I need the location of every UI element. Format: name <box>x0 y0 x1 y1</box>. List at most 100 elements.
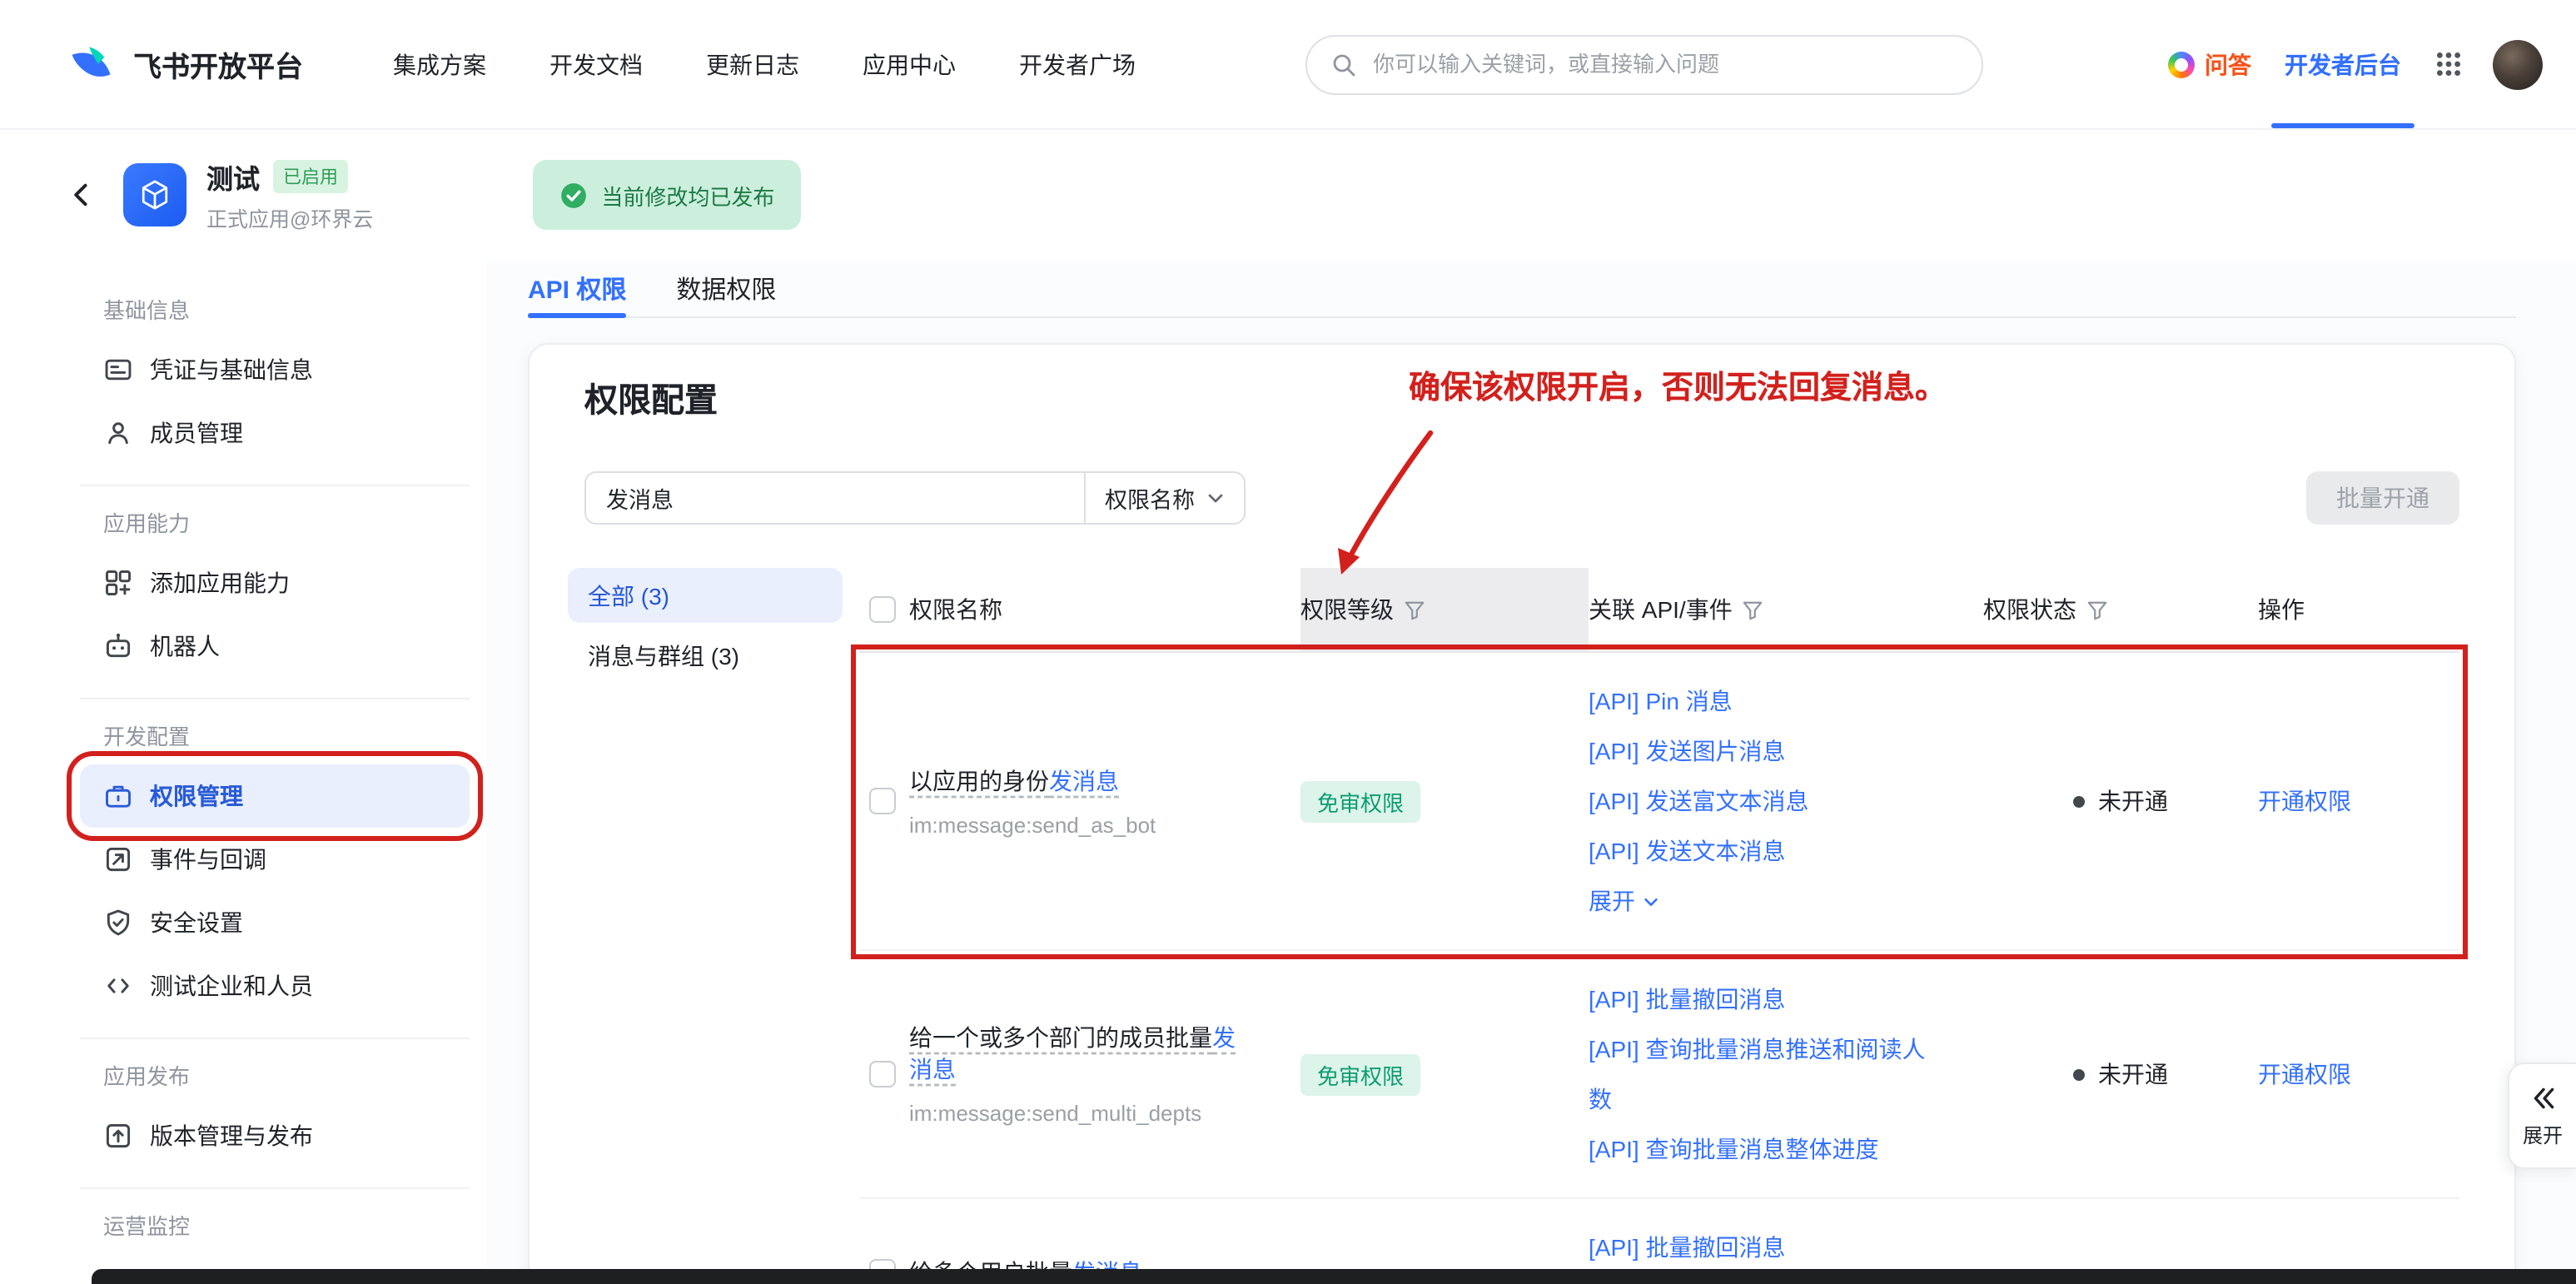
tab-api-permissions[interactable]: API 权限 <box>528 260 626 316</box>
filter-icon[interactable] <box>2086 599 2108 620</box>
related-api-cell: [API] Pin 消息 [API] 发送图片消息 [API] 发送富文本消息 … <box>1589 676 1983 926</box>
sidebar-section-basic: 基础信息 <box>103 293 446 325</box>
code-brackets-icon <box>103 971 133 1001</box>
category-message-group[interactable]: 消息与群组 (3) <box>568 628 843 683</box>
sidebar-divider <box>80 1038 470 1039</box>
qa-link[interactable]: 问答 <box>2168 47 2251 81</box>
nav-link-docs[interactable]: 开发文档 <box>550 47 643 81</box>
app-header: 测试 已启用 正式应用@环界云 当前修改均已发布 <box>0 130 2576 260</box>
permission-status-cell: 未开通 <box>1983 974 2258 1174</box>
sidebar-section-capabilities: 应用能力 <box>103 506 446 538</box>
annotation-text: 确保该权限开启，否则无法回复消息。 <box>1409 363 1947 408</box>
feishu-logo-icon <box>67 39 117 89</box>
sidebar-item-label: 测试企业和人员 <box>150 969 313 1003</box>
sidebar-item-label: 成员管理 <box>150 416 243 450</box>
status-text: 未开通 <box>2098 784 2168 818</box>
filter-select-label: 权限名称 <box>1105 481 1195 515</box>
select-all-checkbox[interactable] <box>869 596 896 623</box>
nav-links: 集成方案 开发文档 更新日志 应用中心 开发者广场 <box>393 47 1136 81</box>
header-checkbox-cell <box>859 568 909 651</box>
sidebar-item-events[interactable]: 事件与回调 <box>80 828 470 891</box>
grant-permission-link[interactable]: 开通权限 <box>2258 784 2459 818</box>
header-permission-name: 权限名称 <box>909 568 1300 651</box>
api-link[interactable]: [API] 发送富文本消息 <box>1589 776 1983 826</box>
navbar-right: 问答 开发者后台 <box>2168 0 2543 128</box>
apps-grid-icon[interactable] <box>2434 50 2463 78</box>
sidebar-item-members[interactable]: 成员管理 <box>80 401 470 465</box>
add-capability-icon <box>103 568 133 598</box>
expand-panel-label: 展开 <box>2523 1120 2563 1148</box>
release-icon <box>103 1121 133 1151</box>
permission-config-card: 权限配置 确保该权限开启，否则无法回复消息。 权限名称 <box>528 343 2516 1284</box>
tab-data-permissions[interactable]: 数据权限 <box>676 260 776 316</box>
double-chevron-left-icon <box>2529 1083 2557 1112</box>
members-icon <box>103 418 133 448</box>
global-search-box[interactable] <box>1305 34 1982 94</box>
chevron-left-icon <box>67 180 97 210</box>
permission-code: im:message:send_as_bot <box>909 812 1267 837</box>
permission-level-cell: 免审权限 <box>1300 974 1589 1174</box>
permission-status-cell: 未开通 <box>1983 676 2258 926</box>
sidebar-item-version-release[interactable]: 版本管理与发布 <box>80 1104 470 1167</box>
grant-permission-link[interactable]: 开通权限 <box>2258 1058 2459 1091</box>
credential-icon <box>103 355 133 385</box>
nav-link-changelog[interactable]: 更新日志 <box>706 47 799 81</box>
api-link[interactable]: [API] 发送文本消息 <box>1589 826 1983 876</box>
cube-icon <box>137 177 173 213</box>
user-avatar[interactable] <box>2493 39 2543 89</box>
api-link[interactable]: [API] 查询批量消息整体进度 <box>1589 1124 1983 1174</box>
api-link[interactable]: [API] 发送图片消息 <box>1589 726 1983 776</box>
filter-icon[interactable] <box>1404 599 1425 620</box>
nav-link-integration[interactable]: 集成方案 <box>393 47 486 81</box>
sidebar-item-label: 安全设置 <box>150 906 243 939</box>
api-link[interactable]: [API] 批量撤回消息 <box>1589 974 1983 1024</box>
permission-tabs: API 权限 数据权限 <box>528 260 2516 318</box>
console-link[interactable]: 开发者后台 <box>2281 0 2404 128</box>
filter-select[interactable]: 权限名称 <box>1084 471 1246 525</box>
sidebar-item-credentials[interactable]: 凭证与基础信息 <box>80 338 470 401</box>
level-badge: 免审权限 <box>1300 780 1420 822</box>
sidebar-item-permissions[interactable]: 权限管理 <box>80 764 470 828</box>
global-search-input[interactable] <box>1370 50 1957 78</box>
category-all[interactable]: 全部 (3) <box>568 568 843 623</box>
top-navbar: 飞书开放平台 集成方案 开发文档 更新日志 应用中心 开发者广场 问答 开发者后… <box>0 0 2576 130</box>
category-list: 全部 (3) 消息与群组 (3) <box>568 568 843 1284</box>
sidebar-item-security[interactable]: 安全设置 <box>80 891 470 954</box>
header-permission-status: 权限状态 <box>1983 568 2258 651</box>
permission-body: 全部 (3) 消息与群组 (3) 权限名称 权限等级 <box>568 568 2459 1284</box>
back-button[interactable] <box>67 180 97 210</box>
permission-search-input[interactable] <box>584 471 1084 525</box>
sidebar-item-label: 版本管理与发布 <box>150 1119 313 1152</box>
sidebar-item-label: 权限管理 <box>150 779 243 813</box>
sidebar-item-add-capability[interactable]: 添加应用能力 <box>80 551 470 615</box>
publish-status-pill: 当前修改均已发布 <box>533 160 801 230</box>
bot-icon <box>103 631 133 661</box>
row-checkbox[interactable] <box>869 1061 896 1087</box>
row-checkbox[interactable] <box>869 788 896 814</box>
api-link[interactable]: [API] Pin 消息 <box>1589 676 1983 726</box>
api-link[interactable]: [API] 查询批量消息推送和阅读人数 <box>1589 1024 1947 1124</box>
feishu-open-platform-window: 飞书开放平台 集成方案 开发文档 更新日志 应用中心 开发者广场 问答 开发者后… <box>0 0 2576 1284</box>
api-link[interactable]: [API] 批量撤回消息 <box>1589 1222 1983 1272</box>
search-icon <box>1330 51 1356 77</box>
app-name: 测试 <box>206 157 260 197</box>
sidebar-item-label: 凭证与基础信息 <box>150 353 313 386</box>
sidebar: 基础信息 凭证与基础信息 成员管理 应用能力 添加应用能力 <box>0 260 486 1284</box>
nav-link-dev-plaza[interactable]: 开发者广场 <box>1019 47 1136 81</box>
header-related-api: 关联 API/事件 <box>1589 568 1983 651</box>
toolbar: 权限名称 批量开通 <box>584 471 2459 525</box>
logo-text: 飞书开放平台 <box>133 43 303 85</box>
feishu-logo[interactable]: 飞书开放平台 <box>67 39 303 89</box>
filter-icon[interactable] <box>1743 599 1764 620</box>
qa-icon <box>2168 51 2195 77</box>
level-badge: 免审权限 <box>1300 1053 1420 1095</box>
nav-link-app-center[interactable]: 应用中心 <box>863 47 956 81</box>
status-text: 未开通 <box>2098 1058 2168 1091</box>
expand-apis-link[interactable]: 展开 <box>1589 876 1983 926</box>
header-actions: 操作 <box>2258 568 2459 651</box>
sidebar-item-test-enterprise[interactable]: 测试企业和人员 <box>80 954 470 1018</box>
batch-open-button[interactable]: 批量开通 <box>2306 471 2459 525</box>
expand-panel-button[interactable]: 展开 <box>2508 1063 2576 1169</box>
sidebar-item-bot[interactable]: 机器人 <box>80 615 470 678</box>
table-row-send-multi-depts: 给一个或多个部门的成员批量发消息 im:message:send_multi_d… <box>859 951 2459 1199</box>
